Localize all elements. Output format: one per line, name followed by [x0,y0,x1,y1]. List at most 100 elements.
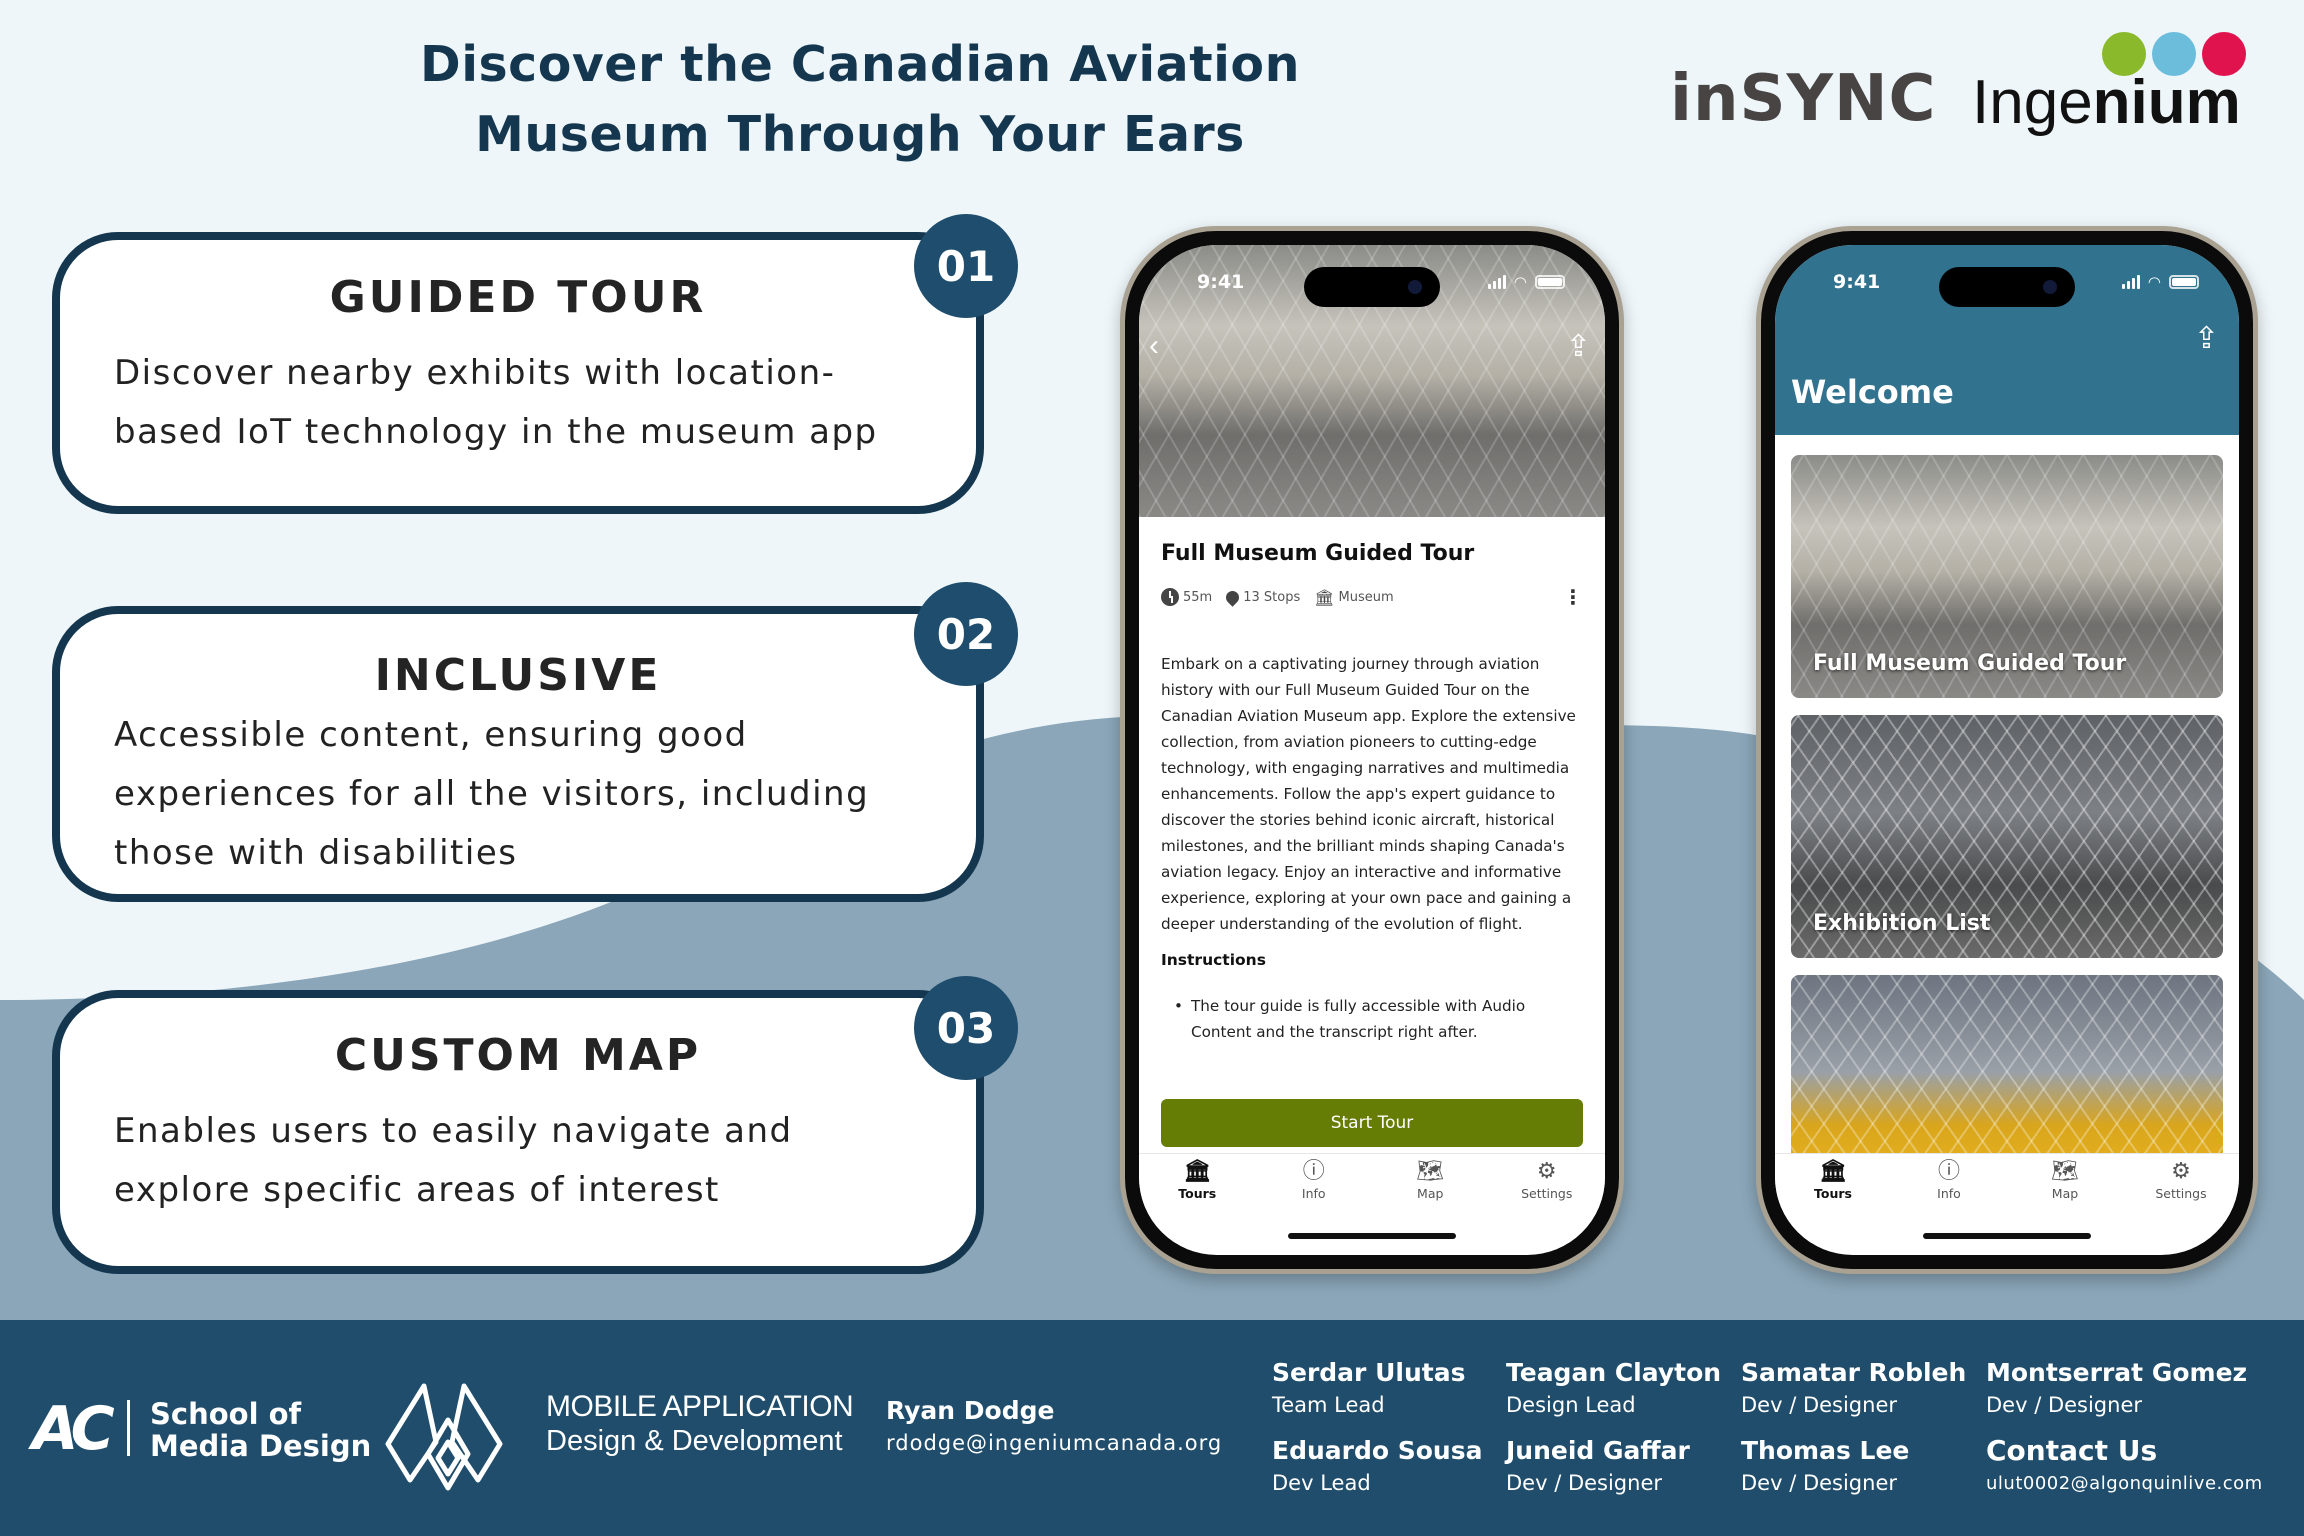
tab-tours[interactable]: 🏛︎ Tours [1157,1160,1237,1243]
feature-card-guided-tour: GUIDED TOUR Discover nearby exhibits wit… [52,232,984,514]
tile-label: Exhibition List [1813,911,1991,936]
feature-number-badge: 03 [914,976,1018,1080]
tile-exhibition-list[interactable]: Exhibition List [1791,715,2223,958]
location-pin-icon [1223,587,1242,607]
member-role: Dev / Designer [1741,1393,1898,1417]
tab-settings[interactable]: ⚙ Settings [2141,1160,2221,1243]
stops: 13 Stops [1223,587,1301,607]
phone-welcome: 9:41 ◠ ⇪ Welcome Full Museum Guided Tour… [1756,226,2258,1274]
feature-line: Accessible content, ensuring good [114,715,748,755]
member-role: Dev / Designer [1506,1471,1663,1495]
tab-bar: 🏛︎ Tours ⓘ Info 🗺︎ Map ⚙ Settings [1139,1153,1605,1243]
member-name: Samatar Robleh [1741,1358,1967,1387]
ingenium-logo-light: Inge [1972,68,2093,137]
member-name: Eduardo Sousa [1272,1436,1483,1465]
feature-line: Discover nearby exhibits with location- [114,353,836,393]
program-logo-icon [385,1383,503,1491]
sponsor-contact: Ryan Dodge rdodge@ingeniumcanada.org [886,1396,1222,1455]
tab-map[interactable]: 🗺︎ Map [1390,1160,1470,1243]
member-name: Serdar Ulutas [1272,1358,1466,1387]
team-member: Teagan Clayton Design Lead [1506,1358,1721,1417]
tile-full-museum-tour[interactable]: Full Museum Guided Tour [1791,455,2223,698]
tab-map[interactable]: 🗺︎ Map [2025,1160,2105,1243]
museum-icon: 🏛︎ [1314,587,1335,607]
team-member: Samatar Robleh Dev / Designer [1741,1358,1966,1417]
clock-icon [1161,588,1179,606]
tab-info[interactable]: ⓘ Info [1274,1160,1354,1243]
battery-icon [2169,275,2199,289]
feature-description: Enables users to easily navigate and exp… [114,1102,936,1220]
school-line-2: Media Design [150,1429,372,1463]
contact-email[interactable]: ulut0002@algonquinlive.com [1986,1473,2263,1494]
tab-label: Info [1937,1186,1961,1201]
tab-label: Map [1417,1186,1444,1201]
feature-title: GUIDED TOUR [329,272,707,323]
tab-label: Settings [1521,1186,1573,1201]
ingenium-logo: Ingenium [1972,68,2241,138]
program-name: MOBILE APPLICATION Design & Development [546,1390,854,1458]
tour-description: Embark on a captivating journey through … [1161,655,1576,933]
welcome-title: Welcome [1791,373,1954,411]
feature-line: based IoT technology in the museum app [114,412,878,452]
phone-tour-detail: 9:41 ◠ ‹ ⇪ Full Museum Guided Tour 55m 1… [1120,226,1624,1274]
share-icon[interactable]: ⇪ [1566,329,1591,364]
dynamic-island [1304,267,1440,307]
phone-bezel: 9:41 ◠ ⇪ Welcome Full Museum Guided Tour… [1761,231,2253,1269]
feature-title: CUSTOM MAP [334,1030,702,1081]
feature-title: INCLUSIVE [374,650,662,701]
museum-icon: 🏛︎ [1183,1159,1212,1184]
member-name: Teagan Clayton [1506,1358,1722,1387]
title-line-2: Museum Through Your Ears [475,106,1245,163]
member-name: Thomas Lee [1741,1436,1910,1465]
tab-tours[interactable]: 🏛︎ Tours [1793,1160,1873,1243]
tour-meta: 55m 13 Stops 🏛︎ Museum ⋮ [1161,585,1583,609]
duration-value: 55m [1183,589,1213,605]
stops-value: 13 Stops [1243,589,1301,605]
feature-card-custom-map: CUSTOM MAP Enables users to easily navig… [52,990,984,1274]
wifi-icon: ◠ [2147,274,2161,291]
venue: 🏛︎ Museum [1314,588,1393,607]
insync-logo: inSYNC [1670,62,1937,136]
more-options-icon[interactable]: ⋮ [1563,585,1583,609]
member-role: Dev / Designer [1986,1393,2143,1417]
tab-label: Tours [1178,1186,1217,1201]
gear-icon: ⚙ [1536,1159,1557,1184]
tab-info[interactable]: ⓘ Info [1909,1160,1989,1243]
status-icons: ◠ [2121,273,2199,291]
tour-title: Full Museum Guided Tour [1161,541,1475,566]
back-icon[interactable]: ‹ [1149,329,1159,363]
tab-label: Map [2051,1186,2079,1201]
gear-icon: ⚙ [2171,1159,2191,1184]
member-name: Montserrat Gomez [1986,1358,2248,1387]
team-member: Eduardo Sousa Dev Lead [1272,1436,1482,1495]
start-tour-button[interactable]: Start Tour [1161,1099,1583,1147]
school-line-1: School of [150,1397,302,1431]
feature-line: those with disabilities [114,833,518,873]
phone-screen: 9:41 ◠ ⇪ Welcome Full Museum Guided Tour… [1775,245,2239,1255]
contact-heading: Contact Us [1986,1434,2158,1467]
member-role: Design Lead [1506,1393,1636,1417]
feature-number-badge: 02 [914,582,1018,686]
sponsor-email[interactable]: rdodge@ingeniumcanada.org [886,1431,1222,1455]
feature-card-inclusive: INCLUSIVE Accessible content, ensuring g… [52,606,984,902]
team-member: Juneid Gaffar Dev / Designer [1506,1436,1690,1495]
status-time: 9:41 [1833,271,1881,293]
share-icon[interactable]: ⇪ [2194,321,2219,356]
feature-line: experiences for all the visitors, includ… [114,774,870,814]
instruction-item: The tour guide is fully accessible with … [1174,993,1575,1045]
ingenium-logo-bold: nium [2092,68,2241,137]
home-indicator [1288,1233,1456,1239]
sponsor-name: Ryan Dodge [886,1396,1055,1425]
member-role: Dev / Designer [1741,1471,1898,1495]
feature-description: Discover nearby exhibits with location- … [114,344,936,462]
tile-label: Full Museum Guided Tour [1813,651,2127,676]
instructions-heading: Instructions [1161,951,1266,969]
wifi-icon: ◠ [1513,274,1527,291]
tab-label: Settings [2155,1186,2207,1201]
signal-icon [1487,275,1506,289]
tab-settings[interactable]: ⚙ Settings [1507,1160,1587,1243]
school-name: School of Media Design [150,1398,371,1462]
team-member: Serdar Ulutas Team Lead [1272,1358,1465,1417]
feature-number-badge: 01 [914,214,1018,318]
venue-value: Museum [1338,589,1394,605]
